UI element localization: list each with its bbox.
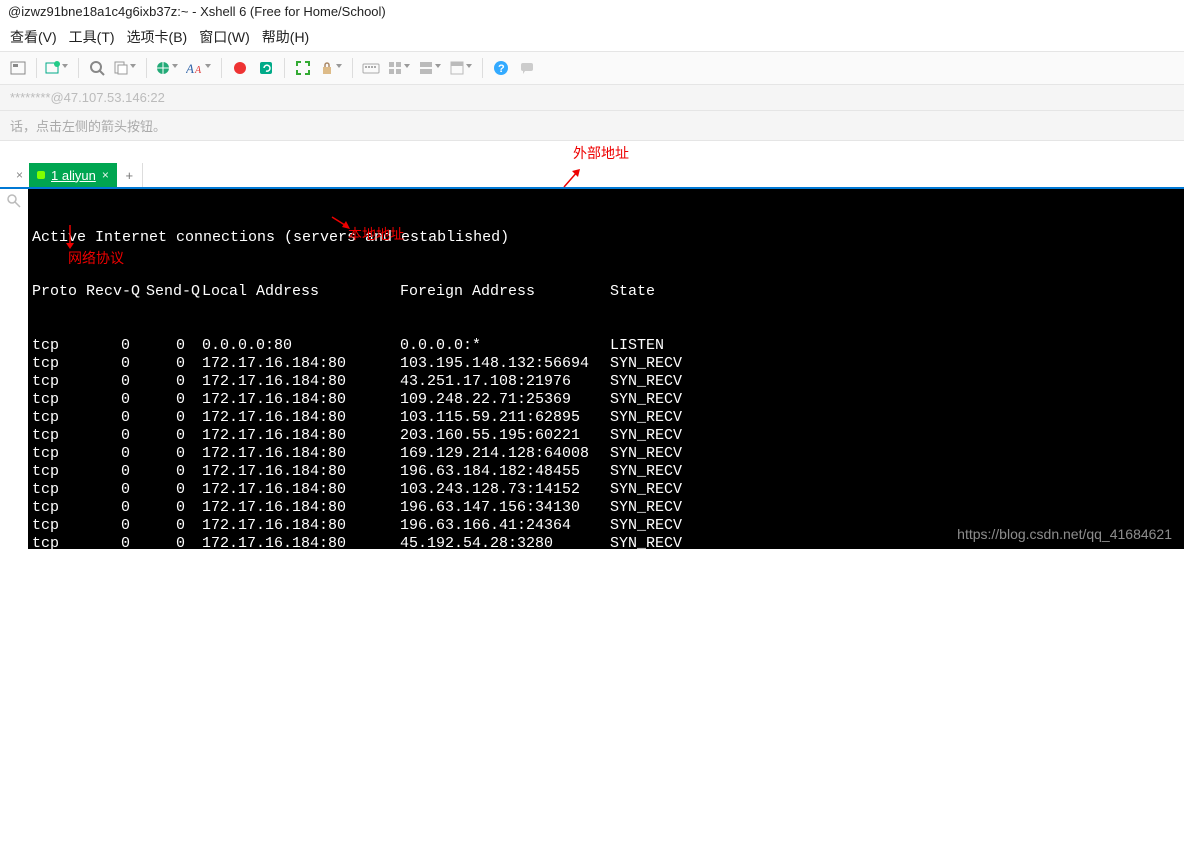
tab-aliyun[interactable]: 1 aliyun × — [29, 163, 117, 187]
annotation-foreign: 外部地址 — [573, 143, 629, 163]
keyboard-icon[interactable] — [361, 58, 381, 78]
lock-icon[interactable] — [319, 60, 344, 76]
watermark: https://blog.csdn.net/qq_41684621 — [957, 525, 1172, 543]
col-proto: Proto — [32, 283, 86, 301]
svg-text:A: A — [186, 61, 194, 76]
table-row: tcp00 172.17.16.184:80196.63.147.156:341… — [32, 499, 1180, 517]
magnifier-icon[interactable] — [6, 193, 22, 209]
col-state: State — [610, 283, 730, 301]
globe-icon[interactable] — [155, 60, 180, 76]
window-title: @izwz91bne18a1c4g6ixb37z:~ - Xshell 6 (F… — [0, 0, 1184, 23]
panel-icon[interactable] — [449, 60, 474, 76]
col-sendq: Send-Q — [146, 283, 202, 301]
annotation-proto: 网络协议 — [68, 249, 124, 267]
copy-button[interactable] — [113, 60, 138, 76]
table-row: tcp00 172.17.16.184:80196.63.184.182:484… — [32, 463, 1180, 481]
menu-tools[interactable]: 工具(T) — [69, 27, 115, 47]
table-row: tcp00 172.17.16.184:80196.63.129.15:2051… — [32, 571, 1180, 589]
arrow-proto — [60, 223, 80, 249]
col-recvq: Recv-Q — [86, 283, 146, 301]
table-row: tcp00 172.17.16.184:8043.251.17.108:2197… — [32, 373, 1180, 391]
arrow-foreign — [560, 167, 584, 191]
tab-bar: × 1 aliyun × + — [0, 163, 1184, 189]
table-row: tcp00 0.0.0.0:800.0.0.0:*LISTEN — [32, 337, 1180, 355]
sessions-icon[interactable] — [8, 58, 28, 78]
tile-icon[interactable] — [418, 60, 443, 76]
col-local: Local Address — [202, 283, 400, 301]
record-icon[interactable] — [230, 58, 250, 78]
terminal[interactable]: Active Internet connections (servers and… — [28, 189, 1184, 549]
table-row: tcp00 0.0.0.0:6300.0.0.0:*LISTEN — [32, 607, 1180, 625]
table-row: tcp00 172.17.16.184:80169.129.214.128:64… — [32, 445, 1180, 463]
tab-left-dot — [6, 173, 10, 177]
menu-bar: 查看(V) 工具(T) 选项卡(B) 窗口(W) 帮助(H) — [0, 23, 1184, 51]
address-bar[interactable]: ********@47.107.53.146:22 — [0, 85, 1184, 111]
svg-text:?: ? — [498, 63, 505, 75]
table-row: tcp00 172.17.16.184:80103.85.20.8:11079S… — [32, 553, 1180, 571]
terminal-header: Active Internet connections (servers and… — [32, 229, 1180, 247]
table-row: tcp00 172.17.16.184:80203.160.55.195:602… — [32, 427, 1180, 445]
menu-tabs[interactable]: 选项卡(B) — [127, 27, 188, 47]
col-foreign: Foreign Address — [400, 283, 610, 301]
toolbar: AA ? — [0, 51, 1184, 85]
tab-close-icon[interactable]: × — [102, 168, 109, 182]
annotation-strip: 外部地址 — [0, 141, 1184, 163]
menu-help[interactable]: 帮助(H) — [262, 27, 309, 47]
terminal-gutter — [0, 189, 28, 549]
hint-text: 话，点击左侧的箭头按钮。 — [0, 111, 1184, 141]
menu-window[interactable]: 窗口(W) — [199, 27, 250, 47]
table-row: tcp00 0.0.0.0:80820.0.0.0:*LISTEN — [32, 589, 1180, 607]
svg-text:A: A — [194, 65, 202, 76]
menu-view[interactable]: 查看(V) — [10, 27, 57, 47]
tab-label: 1 aliyun — [51, 168, 96, 183]
new-session-button[interactable] — [45, 60, 70, 76]
terminal-wrap: Active Internet connections (servers and… — [0, 189, 1184, 549]
refresh-icon[interactable] — [256, 58, 276, 78]
annotation-local: 本地地址 — [348, 225, 404, 243]
terminal-columns: ProtoRecv-QSend-QLocal AddressForeign Ad… — [32, 283, 1180, 301]
tab-add-button[interactable]: + — [117, 163, 143, 187]
fullscreen-icon[interactable] — [293, 58, 313, 78]
table-row: tcp00 172.17.16.184:80103.115.59.211:628… — [32, 409, 1180, 427]
table-row: tcp00 172.17.16.184:80103.243.128.73:141… — [32, 481, 1180, 499]
help-icon[interactable]: ? — [491, 58, 511, 78]
font-icon[interactable]: AA — [186, 60, 213, 76]
table-row: tcp00 172.17.16.184:80109.248.22.71:2536… — [32, 391, 1180, 409]
search-icon[interactable] — [87, 58, 107, 78]
tab-left-close[interactable]: × — [16, 168, 23, 182]
grid-icon[interactable] — [387, 60, 412, 76]
table-row: tcp00 172.17.16.184:80103.195.148.132:56… — [32, 355, 1180, 373]
tab-status-led — [37, 171, 45, 179]
chat-icon[interactable] — [517, 58, 537, 78]
